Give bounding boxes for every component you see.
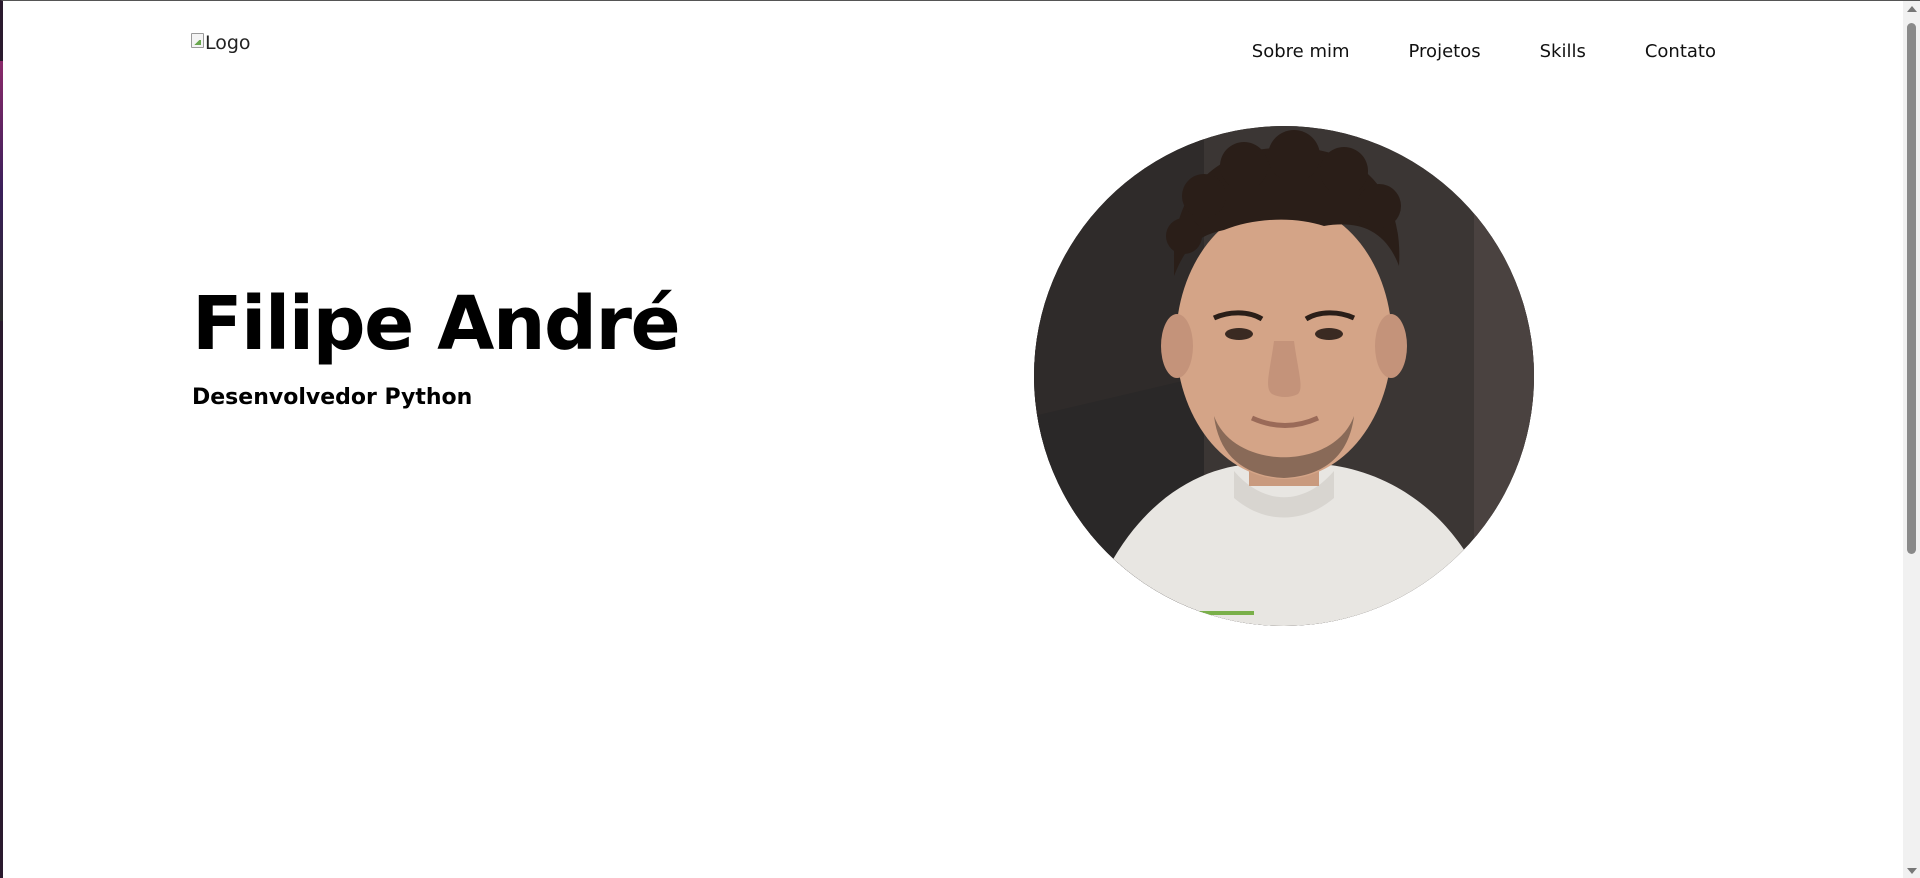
scroll-down-arrow-icon[interactable] (1907, 868, 1917, 874)
nav-link-sobre-mim[interactable]: Sobre mim (1252, 41, 1350, 62)
main-nav: Sobre mim Projetos Skills Contato (1193, 41, 1716, 62)
site-header: Logo Sobre mim Projetos Skills Contato (191, 32, 1716, 72)
logo[interactable]: Logo (191, 32, 251, 54)
scrollbar-thumb[interactable] (1907, 23, 1916, 554)
profile-photo-illustration (1034, 126, 1534, 626)
profile-photo (1034, 126, 1534, 626)
nav-link-projetos[interactable]: Projetos (1409, 41, 1481, 62)
broken-image-icon (191, 33, 204, 48)
vertical-scrollbar[interactable] (1903, 1, 1920, 878)
nav-link-contato[interactable]: Contato (1645, 41, 1716, 62)
hero-role: Desenvolvedor Python (192, 385, 473, 410)
scroll-up-arrow-icon[interactable] (1907, 6, 1917, 12)
nav-link-skills[interactable]: Skills (1540, 41, 1586, 62)
window-edge-accent (0, 61, 3, 321)
hero-name: Filipe André (192, 281, 681, 367)
hero-section: Filipe André Desenvolvedor Python (192, 279, 681, 410)
browser-viewport: Logo Sobre mim Projetos Skills Contato F… (0, 0, 1920, 878)
logo-alt-text: Logo (205, 32, 251, 54)
